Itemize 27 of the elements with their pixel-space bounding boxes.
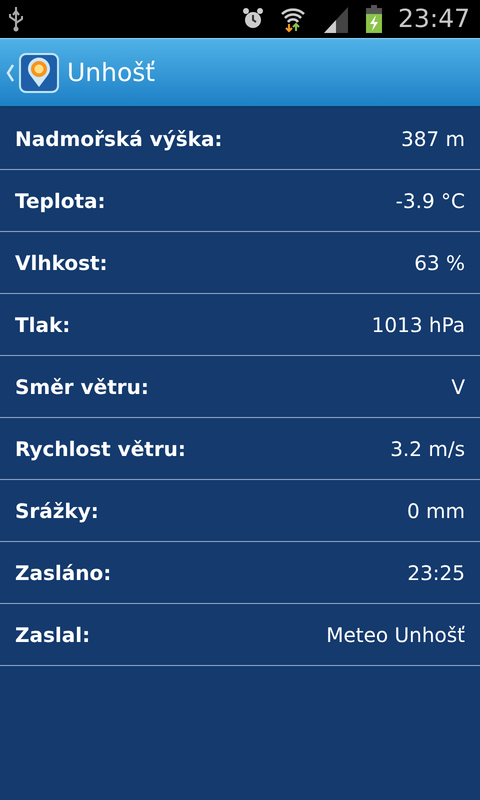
field-value: 0 mm: [406, 498, 465, 524]
field-value: V: [451, 374, 465, 400]
alarm-clock-icon: [242, 7, 264, 31]
usb-icon: [8, 6, 24, 32]
field-label: Zaslal:: [15, 622, 90, 648]
field-label: Teplota:: [15, 188, 106, 214]
field-label: Nadmořská výška:: [15, 126, 222, 152]
field-value: 1013 hPa: [372, 312, 465, 338]
screen-title: Unhošť: [67, 56, 156, 89]
battery-charging-icon: [366, 5, 382, 33]
back-caret-icon: [6, 64, 15, 82]
clock-time: 23:47: [398, 3, 470, 36]
field-label: Tlak:: [15, 312, 70, 338]
field-value: 63 %: [414, 250, 465, 276]
field-value: 23:25: [407, 560, 465, 586]
back-button[interactable]: [6, 52, 59, 92]
field-value: 3.2 m/s: [390, 436, 465, 462]
field-value: 387 m: [400, 126, 465, 152]
field-value: -3.9 °C: [396, 188, 465, 214]
field-label: Rychlost větru:: [15, 436, 186, 462]
field-label: Zasláno:: [15, 560, 112, 586]
field-label: Směr větru:: [15, 374, 149, 400]
field-value: Meteo Unhošť: [326, 622, 465, 648]
app-logo-icon: [19, 52, 59, 92]
field-label: Srážky:: [15, 498, 99, 524]
field-label: Vlhkost:: [15, 250, 108, 276]
signal-icon: [322, 5, 350, 33]
